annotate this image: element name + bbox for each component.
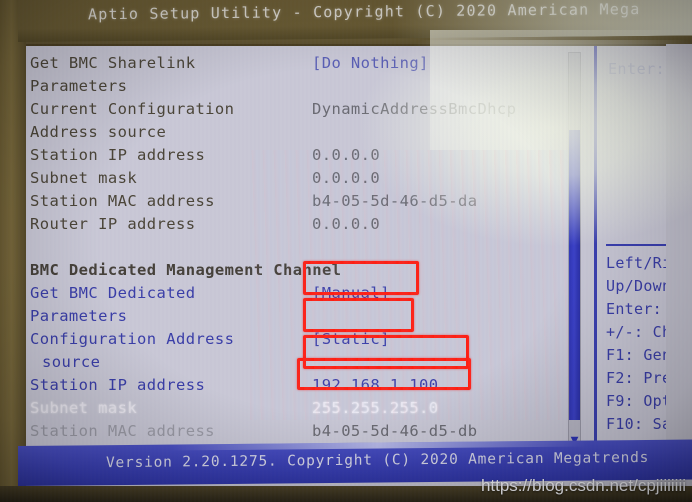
- setting-value[interactable]: [Static]: [312, 328, 390, 351]
- setting-label: Parameters: [30, 77, 128, 95]
- setting-value: 0.0.0.0: [312, 146, 381, 164]
- setting-label: Address source: [30, 123, 167, 141]
- setting-label: Configuration Address: [30, 330, 235, 348]
- help-separator: [606, 244, 666, 246]
- setting-label: source: [42, 353, 101, 371]
- setting-label: Get BMC Dedicated: [30, 284, 196, 302]
- help-top-hint: Enter: s: [608, 60, 666, 78]
- setting-label: Subnet mask: [30, 169, 138, 187]
- setting-value: 0.0.0.0: [312, 215, 381, 233]
- help-key-f1: F1: Genera: [606, 346, 666, 364]
- setting-value: b4-05-5d-46-d5-da: [312, 192, 478, 210]
- blog-watermark: https://blog.csdn.net/cpjiiiiiii: [480, 476, 686, 495]
- setting-value[interactable]: [Manual]: [312, 282, 390, 305]
- setting-label: Router IP address: [30, 215, 196, 233]
- help-key-left-right: Left/Righ: [606, 254, 666, 272]
- help-key-up-down: Up/Down:: [606, 277, 666, 295]
- settings-list: Get BMC Sharelink [Do Nothing] Parameter…: [8, 46, 666, 446]
- settings-scrollbar[interactable]: ▼: [568, 52, 581, 446]
- setting-label: Station MAC address: [30, 422, 215, 440]
- setting-label: Subnet mask: [30, 399, 138, 417]
- bios-title-bar: Aptio Setup Utility - Copyright (C) 2020…: [18, 0, 692, 42]
- page-title: Aptio Setup Utility - Copyright (C) 2020…: [88, 0, 641, 24]
- help-key-f9: F9: Optimi: [606, 392, 666, 410]
- panel-divider: [594, 46, 597, 446]
- setting-label: Station IP address: [30, 146, 206, 164]
- setting-label: Station IP address: [30, 376, 206, 394]
- version-text: Version 2.20.1275. Copyright (C) 2020 Am…: [106, 449, 650, 472]
- setting-value: 0.0.0.0: [312, 169, 381, 187]
- help-key-list: Left/Righ Up/Down: Enter: Se +/-: Chang …: [606, 252, 666, 444]
- help-key-f10: F10: Save: [606, 415, 666, 433]
- bios-setup-photo: Aptio Setup Utility - Copyright (C) 2020…: [0, 0, 692, 502]
- settings-pane: Get BMC Sharelink [Do Nothing] Parameter…: [8, 44, 666, 446]
- section-title: BMC Dedicated Management Channel: [30, 261, 342, 279]
- scrollbar-thumb[interactable]: [569, 130, 580, 420]
- help-panel: Enter: s Left/Righ Up/Down: Enter: Se +/…: [604, 52, 666, 444]
- help-key-f2: F2: Previo: [606, 369, 666, 387]
- help-key-enter: Enter: Se: [606, 300, 666, 318]
- setting-value[interactable]: 255.255.255.0: [312, 397, 439, 420]
- setting-value: DynamicAddressBmcDhcp: [312, 100, 517, 118]
- setting-value[interactable]: [Do Nothing]: [312, 52, 429, 75]
- setting-label: Station MAC address: [30, 192, 215, 210]
- monitor-bezel-left: [0, 0, 26, 502]
- setting-value[interactable]: 192.168.1.100: [312, 374, 439, 397]
- setting-label: Get BMC Sharelink: [30, 54, 196, 72]
- setting-label: Current Configuration: [30, 100, 235, 118]
- setting-value: b4-05-5d-46-d5-db: [312, 422, 478, 440]
- setting-label: Parameters: [30, 307, 128, 325]
- help-key-plus-minus: +/-: Chang: [606, 323, 666, 341]
